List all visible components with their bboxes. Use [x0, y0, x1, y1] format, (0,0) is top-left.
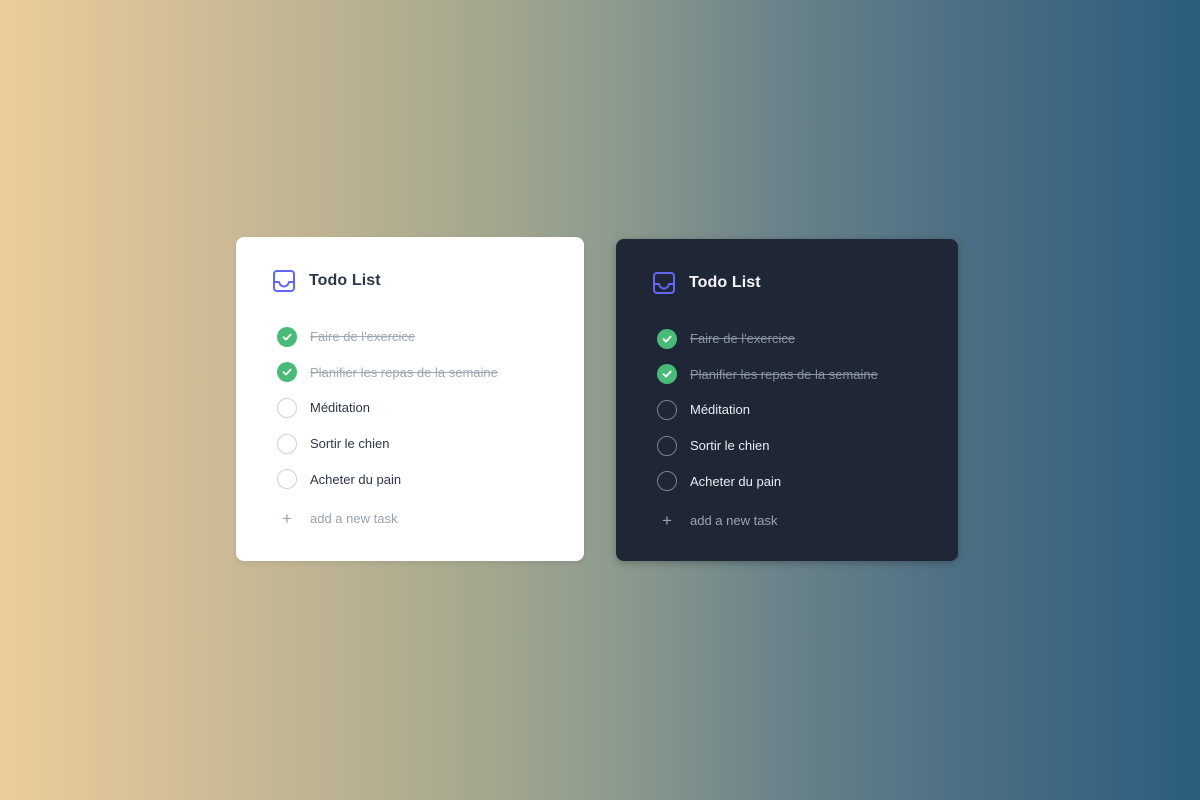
gradient-background: [0, 0, 1200, 800]
task-item[interactable]: Planifier les repas de la semaine: [652, 357, 922, 393]
task-label: Méditation: [310, 400, 370, 416]
task-item[interactable]: Faire de l'exercice: [272, 319, 548, 355]
task-item[interactable]: Méditation: [652, 392, 922, 428]
unchecked-checkbox[interactable]: [277, 433, 297, 454]
task-label: Méditation: [690, 402, 750, 418]
task-list: Faire de l'exercice Planifier les repas …: [272, 319, 548, 497]
unchecked-checkbox[interactable]: [657, 435, 677, 456]
check-icon: [662, 335, 672, 343]
checked-checkbox[interactable]: [277, 326, 297, 347]
task-item[interactable]: Sortir le chien: [652, 428, 922, 464]
unchecked-checkbox[interactable]: [277, 397, 297, 418]
add-task-button[interactable]: + add a new task: [652, 503, 922, 539]
task-item[interactable]: Acheter du pain: [272, 461, 548, 497]
card-title: Todo List: [689, 274, 761, 291]
plus-icon: +: [282, 509, 292, 529]
check-icon: [282, 369, 292, 376]
task-item[interactable]: Faire de l'exercice: [652, 321, 922, 357]
task-label: Sortir le chien: [690, 438, 770, 454]
checked-checkbox[interactable]: [277, 362, 297, 383]
unchecked-checkbox[interactable]: [657, 471, 677, 492]
task-item[interactable]: Planifier les repas de la semaine: [272, 355, 548, 391]
task-label: Acheter du pain: [310, 471, 402, 487]
task-list: Faire de l'exercice Planifier les repas …: [652, 321, 922, 499]
task-label: Faire de l'exercice: [690, 331, 796, 347]
card-header: Todo List: [272, 267, 548, 295]
todo-card-dark: Todo List Faire de l'exercice Planifier …: [616, 239, 958, 561]
unchecked-checkbox[interactable]: [657, 399, 677, 420]
unchecked-checkbox[interactable]: [277, 469, 297, 490]
task-label: Faire de l'exercice: [310, 329, 416, 345]
inbox-icon: [652, 271, 676, 295]
todo-card-light: Todo List Faire de l'exercice Planifier …: [236, 237, 584, 561]
card-title: Todo List: [309, 272, 381, 289]
add-task-label: add a new task: [310, 511, 398, 527]
inbox-icon: [272, 269, 296, 293]
task-label: Acheter du pain: [690, 473, 782, 489]
plus-icon: +: [662, 511, 672, 531]
add-task-label: add a new task: [690, 513, 778, 529]
checked-checkbox[interactable]: [657, 328, 677, 349]
task-label: Sortir le chien: [310, 436, 390, 452]
task-item[interactable]: Méditation: [272, 390, 548, 426]
check-icon: [282, 333, 292, 341]
check-icon: [662, 371, 672, 378]
card-header: Todo List: [652, 269, 922, 297]
add-task-button[interactable]: + add a new task: [272, 501, 548, 537]
task-item[interactable]: Sortir le chien: [272, 426, 548, 462]
checked-checkbox[interactable]: [657, 364, 677, 385]
task-item[interactable]: Acheter du pain: [652, 463, 922, 499]
task-label: Planifier les repas de la semaine: [310, 364, 498, 380]
task-label: Planifier les repas de la semaine: [690, 366, 878, 382]
